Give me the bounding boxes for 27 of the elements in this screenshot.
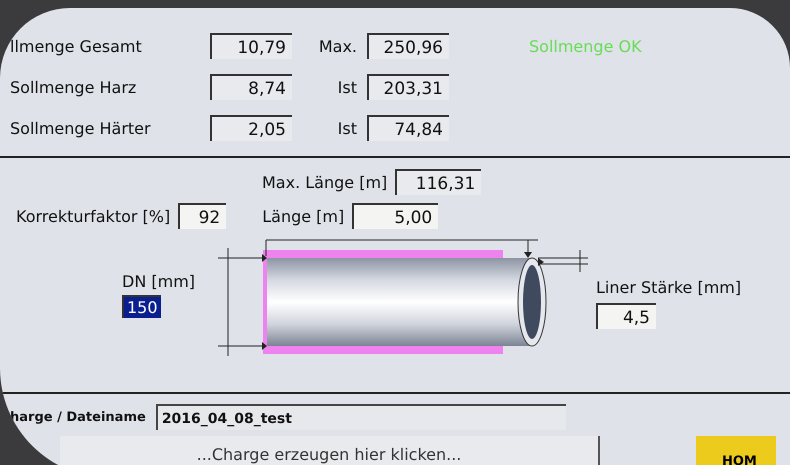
value-field: 10,79 <box>210 33 292 59</box>
reference-label: Max. <box>318 36 358 56</box>
reference-label: Ist <box>336 78 358 96</box>
quantity-label: llmenge Gesamt <box>10 36 143 56</box>
charge-label: harge / Dateiname <box>10 410 146 424</box>
correction-label: Korrekturfaktor [%] <box>16 206 170 226</box>
dn-field[interactable]: 150 <box>122 295 161 318</box>
liner-field[interactable]: 4,5 <box>596 303 656 329</box>
length-label: Länge [m] <box>262 206 344 226</box>
value-field: 74,84 <box>367 115 449 141</box>
create-charge-button[interactable]: ...Charge erzeugen hier klicken... <box>60 436 600 465</box>
liner-label: Liner Stärke [mm] <box>596 278 742 297</box>
dn-label: DN [mm] <box>122 272 196 291</box>
quantity-label: Sollmenge Härter <box>10 118 152 138</box>
correction-field[interactable]: 92 <box>178 203 226 229</box>
value-field: 203,31 <box>367 74 449 100</box>
length-field[interactable]: 5,00 <box>352 203 438 229</box>
value-field: 250,96 <box>367 33 449 59</box>
max-length-label: Max. Länge [m] <box>262 172 388 192</box>
value-field: 2,05 <box>210 115 292 141</box>
value-field: 8,74 <box>210 74 292 100</box>
home-button[interactable]: HOM <box>696 436 776 465</box>
quantity-label: Sollmenge Harz <box>10 78 138 96</box>
filename-field[interactable]: 2016_04_08_test <box>156 404 566 430</box>
reference-label: Ist <box>336 118 358 138</box>
value-field: 116,31 <box>395 169 482 195</box>
status-text: Sollmenge OK <box>529 36 642 56</box>
